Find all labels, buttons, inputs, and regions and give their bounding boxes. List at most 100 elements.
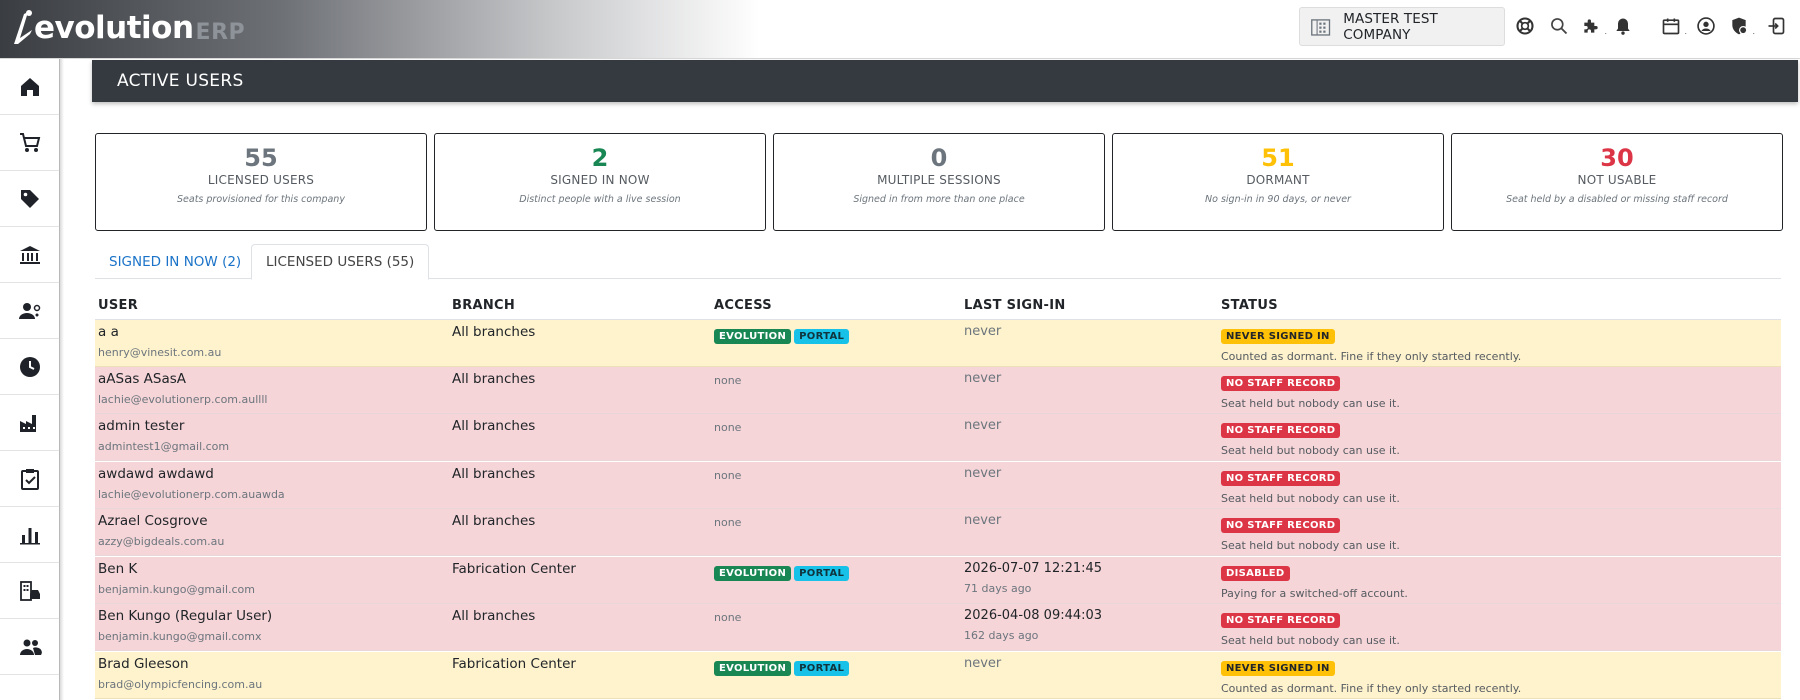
logo-text: evolution: [34, 10, 194, 46]
user-name[interactable]: admin tester: [98, 418, 229, 434]
page-header: ACTIVE USERS: [92, 60, 1798, 102]
bank-icon: [20, 245, 40, 264]
user-name[interactable]: awdawd awdawd: [98, 466, 285, 482]
sidebar-item-time[interactable]: [0, 339, 60, 395]
branch-cell: All branches: [452, 371, 535, 387]
branch-name: Fabrication Center: [452, 656, 576, 672]
logo-mark-icon: [14, 10, 32, 44]
logout-icon[interactable]: [1764, 14, 1788, 38]
table-row[interactable]: a a henry@vinesit.com.au All branches EVOLU…: [95, 320, 1781, 367]
user-cell: Azrael Cosgrove azzy@bigdeals.com.au: [98, 513, 224, 548]
calendar-icon[interactable]: .: [1659, 14, 1687, 38]
clock-icon: [20, 356, 40, 377]
column-header-branch[interactable]: BRANCH: [452, 298, 515, 313]
last-sign-in-cell: never: [964, 418, 1001, 433]
status-note: Seat held but nobody can use it.: [1221, 539, 1400, 552]
tag-icon: [21, 189, 39, 208]
tab-signed-in-now[interactable]: SIGNED IN NOW (2): [95, 244, 255, 279]
user-icon[interactable]: [1694, 14, 1718, 38]
status-cell: NO STAFF RECORD Seat held but nobody can …: [1221, 608, 1400, 647]
company-selector[interactable]: MASTER TEST COMPANY: [1299, 7, 1505, 46]
last-sign-in: never: [964, 466, 1002, 481]
table-row[interactable]: admin tester admintest1@gmail.com All bran…: [95, 414, 1781, 461]
page-title: ACTIVE USERS: [117, 71, 244, 91]
table-row[interactable]: awdawd awdawd lachie@evolutionerp.com.aua…: [95, 462, 1781, 509]
shield-icon[interactable]: .: [1727, 14, 1755, 38]
stat-value: 55: [244, 144, 278, 172]
table-row[interactable]: Brad Gleeson brad@olympicfencing.com.au Fa…: [95, 652, 1781, 699]
extension-icon[interactable]: .: [1579, 14, 1607, 38]
app-logo[interactable]: evolution ERP: [12, 8, 245, 48]
status-cell: NO STAFF RECORD Seat held but nobody can …: [1221, 371, 1400, 410]
user-cell: Ben Kungo (Regular User) benjamin.kungo@g…: [98, 608, 272, 643]
sidebar-item-home[interactable]: [0, 59, 60, 115]
last-sign-in: 2026-04-08 09:44:03: [964, 608, 1103, 623]
tab-licensed-users[interactable]: LICENSED USERS (55): [251, 244, 430, 280]
stat-card-dormant: 51 DORMANT No sign-in in 90 days, or nev…: [1112, 133, 1444, 231]
branch-name: Fabrication Center: [452, 561, 576, 577]
access-cell: none: [714, 418, 741, 434]
column-header-last-sign-in[interactable]: LAST SIGN-IN: [964, 298, 1066, 313]
stat-description: Seat held by a disabled or missing staff…: [1506, 194, 1728, 205]
access-none: none: [714, 374, 742, 387]
user-email: admintest1@gmail.com: [98, 440, 230, 453]
user-email: benjamin.kungo@gmail.com: [98, 583, 255, 596]
branch-cell: All branches: [452, 418, 535, 434]
access-cell: EVOLUTION PORTAL: [714, 561, 852, 581]
stat-description: Seats provisioned for this company: [177, 194, 345, 205]
branch-name: All branches: [452, 466, 536, 482]
sidebar-item-manufacturing[interactable]: [0, 395, 60, 451]
status-note: Seat held but nobody can use it.: [1221, 444, 1400, 457]
column-header-access[interactable]: ACCESS: [714, 298, 772, 313]
access-badge-evolution: EVOLUTION: [714, 329, 792, 344]
access-cell: none: [714, 466, 741, 482]
user-name[interactable]: a a: [98, 324, 221, 340]
sidebar-item-staff[interactable]: [0, 283, 60, 339]
column-header-status[interactable]: STATUS: [1221, 298, 1278, 313]
user-name[interactable]: Ben K: [98, 561, 255, 577]
user-name[interactable]: Brad Gleeson: [98, 656, 262, 672]
bar-chart-icon: [20, 527, 40, 544]
column-header-user[interactable]: USER: [98, 298, 138, 313]
user-name[interactable]: Ben Kungo (Regular User): [98, 608, 272, 624]
stat-label: NOT USABLE: [1577, 173, 1657, 187]
status-badge: DISABLED: [1221, 566, 1290, 581]
sidebar-item-tasks[interactable]: [0, 451, 60, 507]
status-badge: NO STAFF RECORD: [1221, 518, 1341, 533]
access-cell: none: [714, 513, 741, 529]
table-row[interactable]: Ben K benjamin.kungo@gmail.com Fabrication…: [95, 557, 1781, 604]
access-cell: EVOLUTION PORTAL: [714, 324, 852, 344]
access-cell: EVOLUTION PORTAL: [714, 656, 852, 676]
sidebar-item-fleet[interactable]: [0, 563, 60, 619]
bell-icon[interactable]: [1611, 14, 1635, 38]
user-name[interactable]: aASas ASasA: [98, 371, 267, 387]
last-sign-in: never: [964, 324, 1002, 339]
sidebar-item-reports[interactable]: [0, 507, 60, 563]
table-row[interactable]: Azrael Cosgrove azzy@bigdeals.com.au All b…: [95, 509, 1781, 556]
help-icon[interactable]: [1513, 14, 1537, 38]
sidebar-item-finance[interactable]: [0, 227, 60, 283]
user-email: brad@olympicfencing.com.au: [98, 678, 263, 691]
user-email: lachie@evolutionerp.com.auawda: [98, 488, 285, 501]
search-icon[interactable]: [1547, 14, 1571, 38]
company-name: MASTER TEST COMPANY: [1343, 10, 1438, 43]
last-sign-in-cell: never: [964, 656, 1001, 671]
sidebar-item-users[interactable]: [0, 619, 60, 675]
table-row[interactable]: aASas ASasA lachie@evolutionerp.com.aulll…: [95, 367, 1781, 414]
status-note: Counted as dormant. Fine if they only st…: [1221, 350, 1522, 363]
home-icon: [21, 77, 39, 96]
table-row[interactable]: Ben Kungo (Regular User) benjamin.kungo@g…: [95, 604, 1781, 651]
branch-cell: Fabrication Center: [452, 561, 576, 577]
logo-suffix: ERP: [195, 19, 246, 45]
last-sign-in: never: [964, 513, 1002, 528]
branch-name: All branches: [452, 608, 536, 624]
user-email: benjamin.kungo@gmail.comx: [98, 630, 262, 643]
status-badge: NO STAFF RECORD: [1221, 423, 1341, 438]
last-sign-in: never: [964, 418, 1002, 433]
last-sign-in: 2026-07-07 12:21:45: [964, 561, 1103, 576]
access-none: none: [714, 469, 742, 482]
user-cell: awdawd awdawd lachie@evolutionerp.com.aua…: [98, 466, 285, 501]
sidebar-item-pricing[interactable]: [0, 171, 60, 227]
sidebar-item-sales[interactable]: [0, 115, 60, 171]
user-name[interactable]: Azrael Cosgrove: [98, 513, 224, 529]
